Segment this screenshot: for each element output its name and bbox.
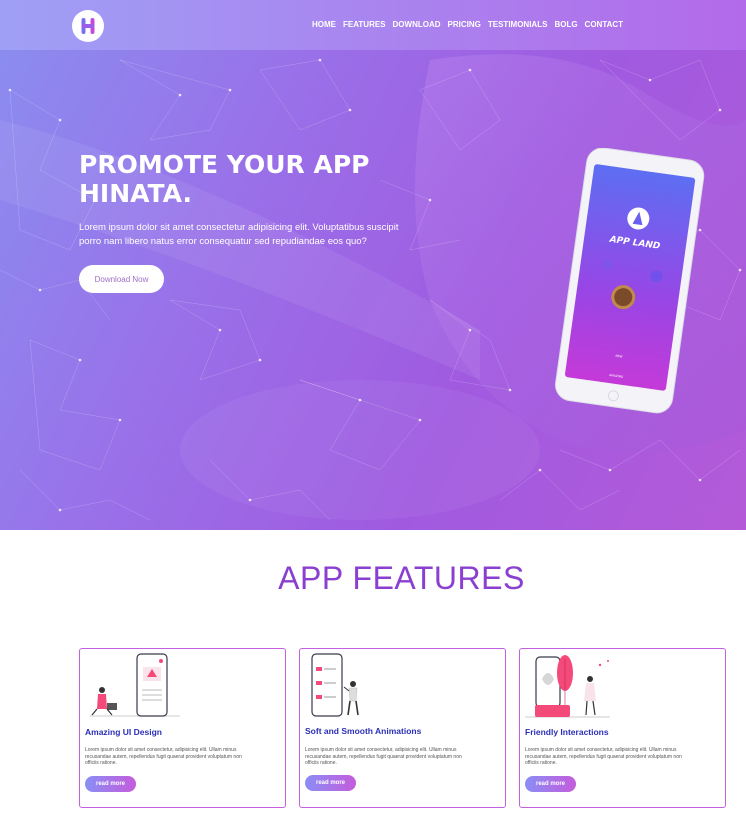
animations-illustration: [311, 653, 359, 717]
nav-features-link[interactable]: FEATURES: [343, 20, 386, 29]
feature-card-animations: Soft and Smooth Animations Lorem ipsum d…: [299, 648, 506, 808]
logo-h-icon[interactable]: [72, 10, 104, 42]
nav-testimonials-link[interactable]: TESTIMONIALS: [488, 20, 548, 29]
read-more-button[interactable]: read more: [305, 775, 356, 791]
nav-download-link[interactable]: DOWNLOAD: [393, 20, 441, 29]
hero-title: PROMOTE YOUR APP HINATA.: [79, 150, 370, 208]
download-now-button[interactable]: Download Now: [79, 265, 164, 293]
card-title: Amazing UI Design: [85, 727, 162, 737]
hero-section: HOME FEATURES DOWNLOAD PRICING TESTIMONI…: [0, 0, 746, 530]
card-text: Lorem ipsum dolor sit amet consectetur, …: [525, 747, 682, 766]
features-section-title: APP FEATURES: [278, 560, 525, 596]
page: HOME FEATURES DOWNLOAD PRICING TESTIMONI…: [0, 0, 746, 816]
nav-contact-link[interactable]: CONTACT: [585, 20, 624, 29]
feature-card-ui-design: Amazing UI Design Lorem ipsum dolor sit …: [79, 648, 286, 808]
top-navbar: HOME FEATURES DOWNLOAD PRICING TESTIMONI…: [0, 0, 746, 50]
card-title: Friendly Interactions: [525, 727, 609, 737]
nav-links: HOME FEATURES DOWNLOAD PRICING TESTIMONI…: [312, 20, 623, 29]
card-text: Lorem ipsum dolor sit amet consectetur, …: [305, 747, 462, 766]
interactions-illustration: [525, 655, 610, 718]
card-text: Lorem ipsum dolor sit amet consectetur, …: [85, 747, 242, 766]
phone-mockup: APP LAND NEW AMAZING: [545, 147, 715, 423]
nav-home-link[interactable]: HOME: [312, 20, 336, 29]
read-more-button[interactable]: read more: [525, 776, 576, 792]
card-title: Soft and Smooth Animations: [305, 726, 422, 736]
nav-pricing-link[interactable]: PRICING: [448, 20, 481, 29]
read-more-button[interactable]: read more: [85, 776, 136, 792]
nav-blog-link[interactable]: BOLG: [554, 20, 577, 29]
ui-design-illustration: [90, 653, 180, 717]
feature-card-interactions: Friendly Interactions Lorem ipsum dolor …: [519, 648, 726, 808]
hero-description: Lorem ipsum dolor sit amet consectetur a…: [79, 222, 399, 247]
